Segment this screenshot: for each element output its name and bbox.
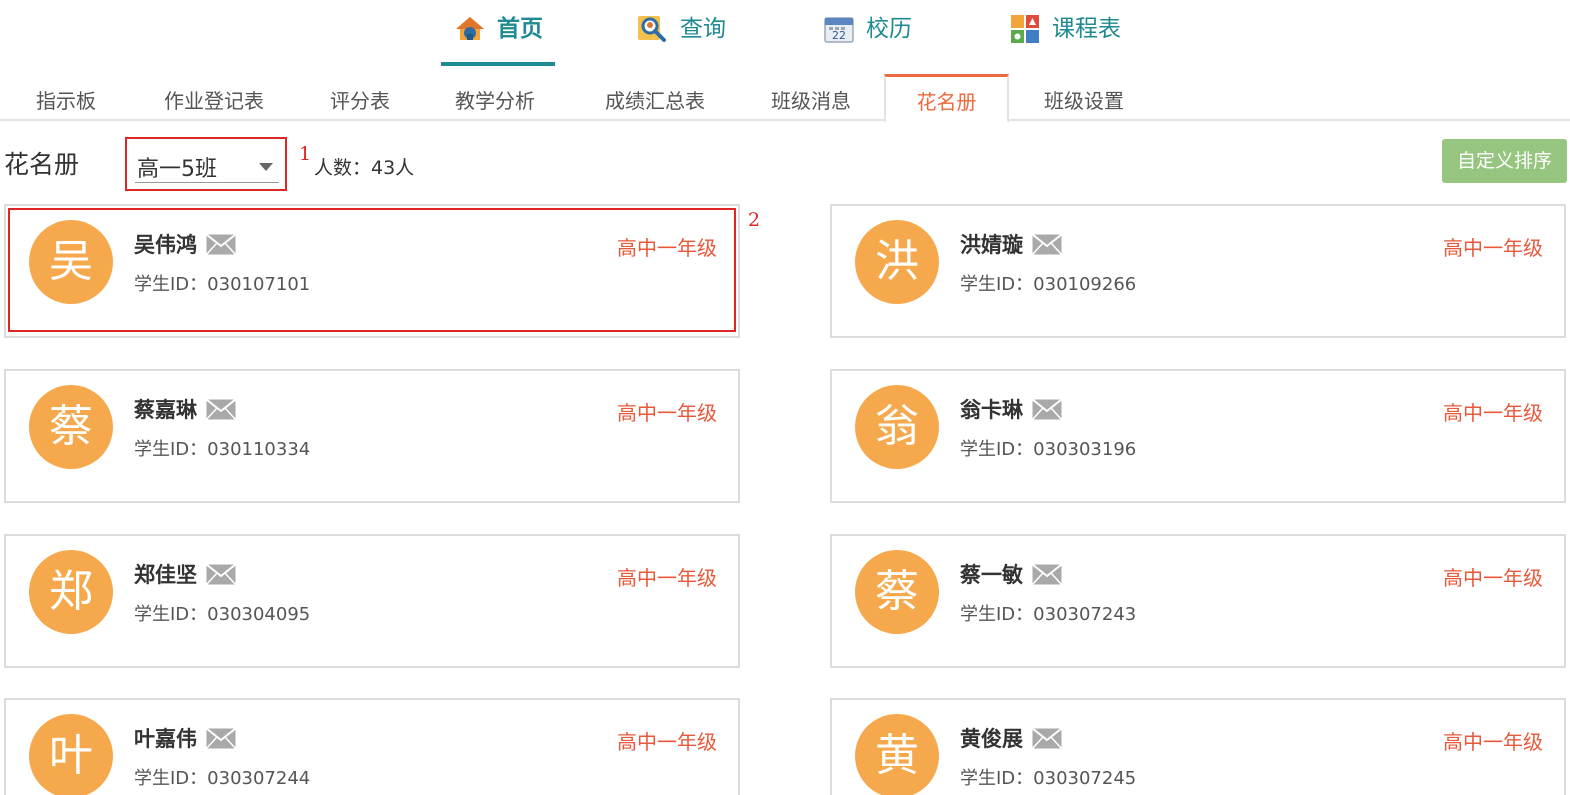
mail-icon[interactable] <box>1031 563 1063 586</box>
student-card[interactable]: 蔡 蔡一敏 学生ID：030307243 高中一年级 <box>830 534 1566 668</box>
svg-text:22: 22 <box>832 29 846 42</box>
tab-dashboard[interactable]: 指示板 <box>16 74 116 121</box>
tab-teaching-analysis[interactable]: 教学分析 <box>435 74 555 121</box>
student-name-row: 蔡一敏 <box>960 559 1063 589</box>
tab-class-messages[interactable]: 班级消息 <box>751 74 871 121</box>
student-name-row: 蔡嘉琳 <box>134 394 237 424</box>
avatar: 蔡 <box>855 550 939 634</box>
student-card[interactable]: 郑 郑佳坚 学生ID：030304095 高中一年级 <box>4 534 740 668</box>
avatar: 蔡 <box>29 385 113 469</box>
topnav-search[interactable]: 查询 <box>636 12 726 66</box>
student-id: 学生ID：030307245 <box>960 768 1137 789</box>
avatar: 郑 <box>29 550 113 634</box>
student-name-row: 叶嘉伟 <box>134 723 237 753</box>
student-count: 人数：43人 <box>314 157 415 179</box>
class-select-value: 高一5班 <box>137 157 217 182</box>
student-name-row: 吴伟鸿 <box>134 229 237 259</box>
mail-icon[interactable] <box>205 563 237 586</box>
search-icon <box>636 12 670 46</box>
student-id: 学生ID：030307243 <box>960 604 1137 625</box>
student-name: 郑佳坚 <box>134 563 197 587</box>
student-id: 学生ID：030109266 <box>960 274 1137 295</box>
student-card[interactable]: 吴 吴伟鸿 学生ID：030107101 高中一年级 <box>4 204 740 338</box>
topnav-home-label: 首页 <box>497 16 543 42</box>
student-name-row: 郑佳坚 <box>134 559 237 589</box>
grade-label: 高中一年级 <box>617 566 717 590</box>
top-nav: 首页 查询 22 校历 课程表 <box>0 0 1570 66</box>
student-id: 学生ID：030303196 <box>960 439 1137 460</box>
avatar: 洪 <box>855 220 939 304</box>
student-card[interactable]: 洪 洪婧璇 学生ID：030109266 高中一年级 <box>830 204 1566 338</box>
student-name: 蔡一敏 <box>960 563 1023 587</box>
student-name: 蔡嘉琳 <box>134 398 197 422</box>
page-title: 花名册 <box>4 150 80 179</box>
student-name-row: 翁卡琳 <box>960 394 1063 424</box>
student-card[interactable]: 蔡 蔡嘉琳 学生ID：030110334 高中一年级 <box>4 369 740 503</box>
topnav-schedule[interactable]: 课程表 <box>1008 12 1121 66</box>
student-card[interactable]: 黄 黄俊展 学生ID：030307245 高中一年级 <box>830 698 1566 795</box>
topnav-calendar[interactable]: 22 校历 <box>822 12 912 66</box>
chevron-down-icon <box>259 163 273 171</box>
student-name-row: 黄俊展 <box>960 723 1063 753</box>
student-name: 黄俊展 <box>960 727 1023 751</box>
tab-class-settings[interactable]: 班级设置 <box>1022 74 1146 121</box>
student-card[interactable]: 翁 翁卡琳 学生ID：030303196 高中一年级 <box>830 369 1566 503</box>
student-name-row: 洪婧璇 <box>960 229 1063 259</box>
avatar: 翁 <box>855 385 939 469</box>
student-id: 学生ID：030107101 <box>134 274 311 295</box>
grade-label: 高中一年级 <box>617 236 717 260</box>
mail-icon[interactable] <box>205 233 237 256</box>
schedule-icon <box>1008 12 1042 46</box>
student-id: 学生ID：030304095 <box>134 604 311 625</box>
grade-label: 高中一年级 <box>617 401 717 425</box>
grade-label: 高中一年级 <box>1443 401 1543 425</box>
class-select[interactable]: 高一5班 <box>135 145 279 183</box>
mail-icon[interactable] <box>1031 233 1063 256</box>
avatar: 黄 <box>855 714 939 795</box>
home-icon <box>453 12 487 46</box>
mail-icon[interactable] <box>205 727 237 750</box>
grade-label: 高中一年级 <box>617 730 717 754</box>
annotation-2: 2 <box>748 209 761 231</box>
avatar: 吴 <box>29 220 113 304</box>
tab-grade-sheet[interactable]: 评分表 <box>310 74 410 121</box>
mail-icon[interactable] <box>1031 398 1063 421</box>
mail-icon[interactable] <box>205 398 237 421</box>
student-id: 学生ID：030110334 <box>134 439 311 460</box>
topnav-schedule-label: 课程表 <box>1052 16 1121 42</box>
custom-sort-button[interactable]: 自定义排序 <box>1442 139 1567 183</box>
student-name: 叶嘉伟 <box>134 727 197 751</box>
tab-roster[interactable]: 花名册 <box>884 74 1009 123</box>
annotation-1: 1 <box>299 143 312 165</box>
calendar-icon: 22 <box>822 12 856 46</box>
tab-score-summary[interactable]: 成绩汇总表 <box>583 74 727 121</box>
topnav-home[interactable]: 首页 <box>441 12 555 66</box>
sub-tabs: 指示板 作业登记表 评分表 教学分析 成绩汇总表 班级消息 花名册 班级设置 <box>0 74 1570 123</box>
class-select-highlight: 高一5班 <box>125 137 287 191</box>
grade-label: 高中一年级 <box>1443 236 1543 260</box>
student-name: 翁卡琳 <box>960 398 1023 422</box>
topnav-search-label: 查询 <box>680 16 726 42</box>
avatar: 叶 <box>29 714 113 795</box>
student-name: 吴伟鸿 <box>134 233 197 257</box>
mail-icon[interactable] <box>1031 727 1063 750</box>
student-name: 洪婧璇 <box>960 233 1023 257</box>
tab-homework-log[interactable]: 作业登记表 <box>142 74 286 121</box>
grade-label: 高中一年级 <box>1443 566 1543 590</box>
student-id: 学生ID：030307244 <box>134 768 311 789</box>
topnav-calendar-label: 校历 <box>866 16 912 42</box>
student-card[interactable]: 叶 叶嘉伟 学生ID：030307244 高中一年级 <box>4 698 740 795</box>
grade-label: 高中一年级 <box>1443 730 1543 754</box>
